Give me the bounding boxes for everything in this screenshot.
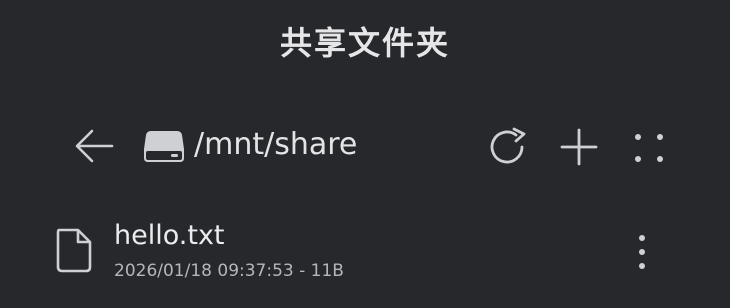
path-toolbar: /mnt/share <box>0 118 730 174</box>
file-icon <box>54 227 94 273</box>
page-title: 共享文件夹 <box>279 24 450 62</box>
storage-drive-icon <box>142 125 186 167</box>
refresh-icon[interactable] <box>486 124 532 170</box>
vertical-dots-icon[interactable] <box>622 230 662 274</box>
current-path: /mnt/share <box>194 127 358 162</box>
file-metadata: 2026/01/18 09:37:53 - 11B <box>114 261 344 281</box>
grid-dots-icon[interactable] <box>626 124 672 170</box>
file-list-item[interactable]: hello.txt 2026/01/18 09:37:53 - 11B <box>0 212 730 292</box>
file-name: hello.txt <box>114 220 225 251</box>
arrow-left-icon[interactable] <box>72 126 116 166</box>
plus-icon[interactable] <box>556 124 602 170</box>
